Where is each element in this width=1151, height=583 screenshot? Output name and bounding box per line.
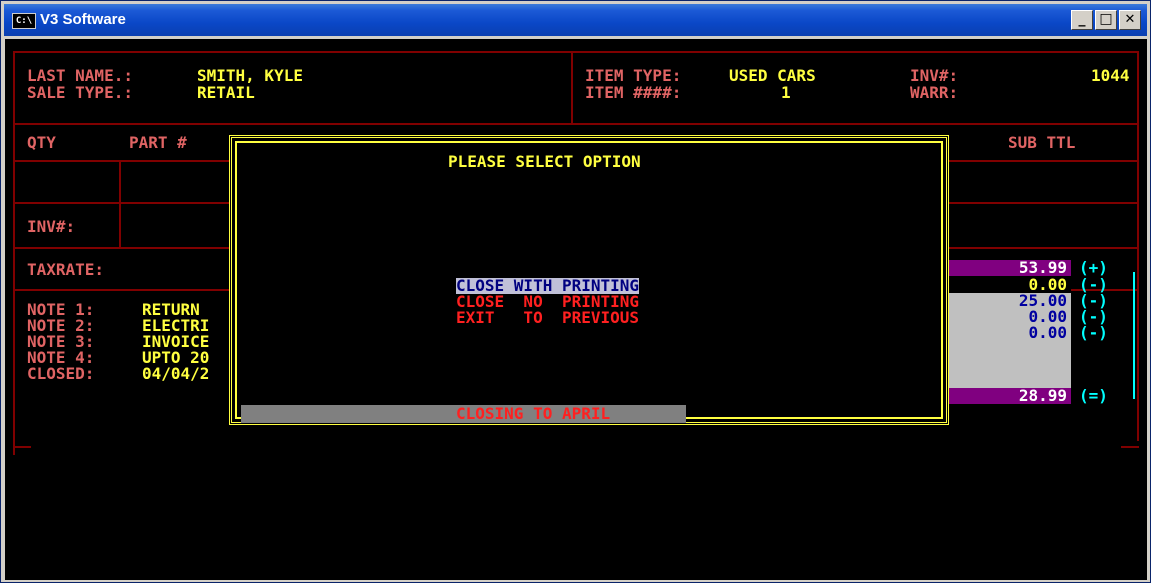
title-bar[interactable]: C:\ V3 Software _ □ ✕ [4, 4, 1147, 36]
console-area[interactable]: LAST NAME.: SMITH, KYLE SALE TYPE.: RETA… [5, 39, 1147, 580]
frame-top [13, 51, 1139, 53]
status-text: CLOSING TO APRIL [456, 404, 611, 423]
frame-header-divider [571, 51, 573, 123]
sale-type-label: SALE TYPE.: [27, 83, 133, 102]
last-name-value: SMITH, KYLE [197, 66, 303, 85]
dialog-title: PLEASE SELECT OPTION [448, 152, 641, 171]
qty-header: QTY [27, 133, 56, 152]
item-type-label: ITEM TYPE: [585, 66, 682, 85]
total-cell: 0.00 [949, 325, 1071, 341]
window-title: V3 Software [40, 11, 126, 28]
warr-label: WARR: [910, 83, 959, 102]
close-button[interactable]: ✕ [1119, 10, 1141, 30]
closed-value: 04/04/2 [142, 364, 210, 383]
closed-label: CLOSED: [27, 364, 95, 383]
maximize-button[interactable]: □ [1095, 10, 1117, 30]
select-option-dialog[interactable]: PLEASE SELECT OPTION CLOSE WITH PRINTING… [229, 135, 949, 425]
item-num-value: 1 [781, 83, 791, 102]
frame-divider-1 [13, 123, 1139, 125]
frame-left [13, 51, 15, 441]
total-cell: 53.99 [949, 260, 1071, 276]
total-cell: 28.99 [949, 388, 1071, 404]
dialog-option[interactable]: EXIT TO PREVIOUS [456, 310, 639, 326]
app-window: C:\ V3 Software _ □ ✕ LAST NAME.: SMITH,… [0, 0, 1151, 583]
inv-row-label: INV#: [27, 217, 76, 236]
part-header: PART # [129, 133, 187, 152]
total-sign: (+) [1079, 258, 1108, 277]
console-icon[interactable]: C:\ [12, 13, 36, 29]
inv-label: INV#: [910, 66, 959, 85]
subttl-header: SUB TTL [1008, 133, 1076, 152]
item-num-label: ITEM ####: [585, 83, 682, 102]
frame-bottom-left [13, 446, 31, 448]
frame-bottom-right [1121, 446, 1139, 448]
totals-bracket [1133, 272, 1135, 399]
total-cell [949, 341, 1071, 388]
frame-col-divider [119, 160, 121, 247]
inv-value: 1044 [1091, 66, 1130, 85]
frame-right [1137, 51, 1139, 441]
minimize-button[interactable]: _ [1071, 10, 1093, 30]
taxrate-label: TAXRATE: [27, 260, 105, 279]
sale-type-value: RETAIL [197, 83, 255, 102]
item-type-value: USED CARS [729, 66, 816, 85]
total-sign: (-) [1079, 323, 1108, 342]
last-name-label: LAST NAME.: [27, 66, 133, 85]
total-sign: (=) [1079, 386, 1108, 405]
